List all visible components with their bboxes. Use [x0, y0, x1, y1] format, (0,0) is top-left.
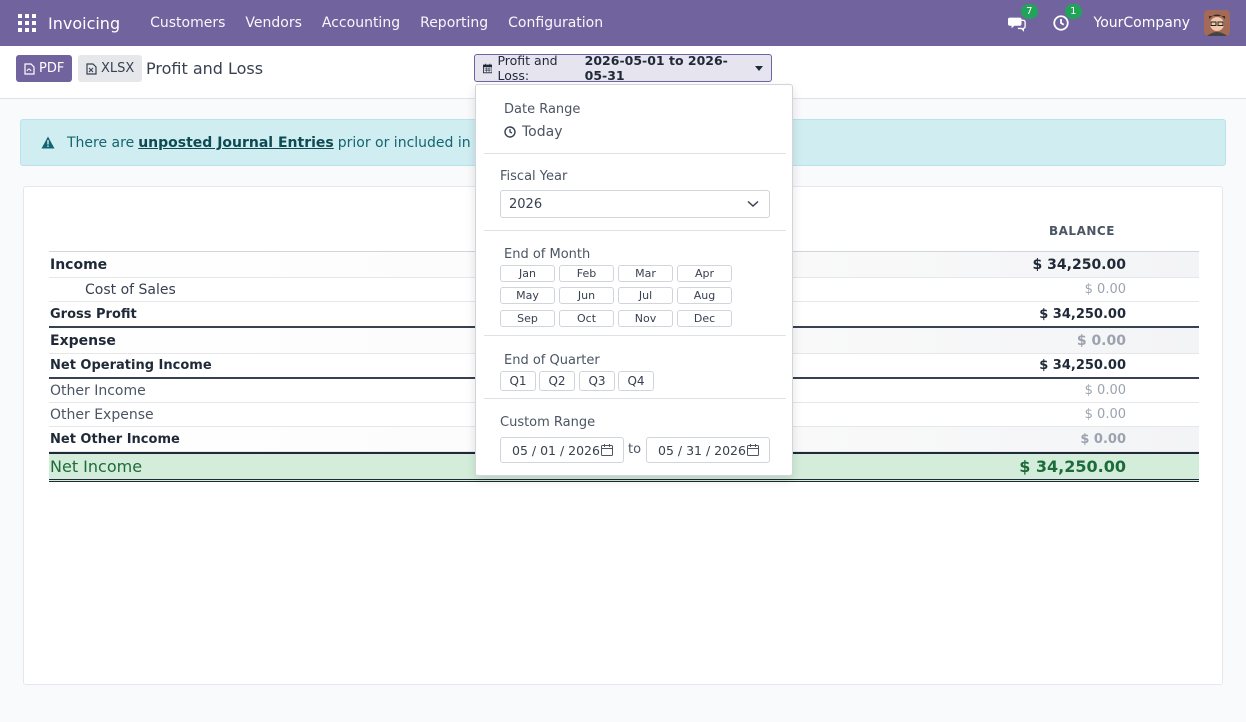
custom-range-label: Custom Range — [500, 415, 596, 430]
line-label: Expense — [50, 332, 116, 349]
balance-column-header: BALANCE — [1049, 224, 1115, 238]
date-filter-toggle[interactable]: Profit and Loss: 2026-05-01 to 2026-05-3… — [474, 53, 772, 83]
divider — [484, 398, 786, 399]
date-range-label: Date Range — [504, 102, 581, 117]
page-title: Profit and Loss — [146, 59, 264, 78]
month-apr-button[interactable]: Apr — [677, 265, 732, 282]
fiscal-year-value: 2026 — [509, 196, 543, 212]
activities-button[interactable]: 1 — [1050, 4, 1082, 34]
month-may-button[interactable]: May — [500, 287, 555, 304]
messages-badge: 7 — [1021, 4, 1038, 19]
calendar-icon — [483, 63, 493, 73]
menu-accounting[interactable]: Accounting — [312, 15, 410, 31]
line-label: Gross Profit — [50, 306, 137, 322]
pdf-button[interactable]: PDF — [16, 55, 73, 82]
line-value[interactable]: $ 0.00 — [1085, 383, 1126, 398]
today-option[interactable]: Today — [504, 124, 563, 140]
file-excel-icon — [86, 62, 97, 75]
line-label: Cost of Sales — [85, 281, 176, 298]
chevron-down-icon — [747, 200, 759, 208]
fiscal-year-select[interactable]: 2026 — [500, 190, 770, 218]
alert-text-before: There are — [67, 134, 135, 151]
warning-icon — [41, 136, 55, 149]
menu-customers[interactable]: Customers — [140, 15, 235, 31]
navbar-systray: 7 1 YourCompany — [1006, 0, 1230, 46]
company-switcher[interactable]: YourCompany — [1094, 15, 1191, 31]
month-sep-button[interactable]: Sep — [500, 310, 555, 327]
xlsx-label: XLSX — [101, 61, 135, 76]
top-navbar: Invoicing Customers Vendors Accounting R… — [0, 0, 1246, 46]
month-jun-button[interactable]: Jun — [559, 287, 614, 304]
menu-reporting[interactable]: Reporting — [410, 15, 498, 31]
line-label: Net Income — [50, 457, 143, 476]
fiscal-year-label: Fiscal Year — [500, 169, 568, 184]
date-filter-dropdown: Date Range Today Fiscal Year 2026 End of… — [475, 84, 793, 476]
divider — [484, 153, 786, 154]
range-to-label: to — [628, 442, 642, 457]
clock-icon — [504, 126, 516, 138]
date-filter-prefix: Profit and Loss: — [497, 53, 558, 83]
unposted-entries-link[interactable]: unposted Journal Entries — [138, 135, 334, 151]
menu-vendors[interactable]: Vendors — [235, 15, 311, 31]
line-value[interactable]: $ 34,250.00 — [1033, 257, 1126, 273]
line-value: $ 34,250.00 — [1019, 457, 1126, 476]
calendar-icon[interactable] — [601, 444, 613, 456]
quarter-q3-button[interactable]: Q3 — [579, 371, 615, 391]
end-of-month-label: End of Month — [504, 247, 591, 262]
pdf-label: PDF — [39, 61, 65, 76]
line-label: Other Income — [50, 382, 146, 399]
app-name[interactable]: Invoicing — [48, 14, 120, 33]
date-from-value: 05 / 01 / 2026 — [512, 442, 600, 458]
month-oct-button[interactable]: Oct — [559, 310, 614, 327]
month-nov-button[interactable]: Nov — [618, 310, 673, 327]
file-pdf-icon — [24, 62, 35, 75]
quarter-q2-button[interactable]: Q2 — [539, 371, 575, 391]
activities-badge: 1 — [1065, 4, 1082, 19]
line-value: $ 34,250.00 — [1039, 358, 1126, 373]
menu-configuration[interactable]: Configuration — [498, 15, 613, 31]
date-filter-range: 2026-05-01 to 2026-05-31 — [584, 53, 728, 83]
calendar-icon[interactable] — [747, 444, 759, 456]
month-jul-button[interactable]: Jul — [618, 287, 673, 304]
line-label: Other Expense — [50, 406, 154, 423]
messages-button[interactable]: 7 — [1006, 4, 1038, 34]
date-from-input[interactable]: 05 / 01 / 2026 — [500, 437, 624, 463]
line-value: $ 34,250.00 — [1039, 306, 1126, 322]
avatar[interactable] — [1204, 10, 1230, 36]
line-value[interactable]: $ 0.00 — [1077, 333, 1126, 349]
quarter-q4-button[interactable]: Q4 — [618, 371, 654, 391]
month-jan-button[interactable]: Jan — [500, 265, 555, 282]
line-value[interactable]: $ 0.00 — [1085, 282, 1126, 297]
today-label: Today — [522, 124, 563, 140]
quarter-q1-button[interactable]: Q1 — [500, 371, 536, 391]
line-label: Net Other Income — [50, 431, 180, 447]
divider — [484, 335, 786, 336]
date-to-input[interactable]: 05 / 31 / 2026 — [646, 437, 770, 463]
line-value[interactable]: $ 0.00 — [1085, 407, 1126, 422]
apps-grid-icon[interactable] — [18, 14, 36, 32]
month-dec-button[interactable]: Dec — [677, 310, 732, 327]
line-value: $ 0.00 — [1080, 431, 1126, 447]
divider — [484, 230, 786, 231]
end-of-quarter-label: End of Quarter — [504, 353, 600, 368]
caret-down-icon — [755, 65, 763, 71]
month-aug-button[interactable]: Aug — [677, 287, 732, 304]
xlsx-button[interactable]: XLSX — [78, 55, 143, 82]
line-label: Income — [50, 256, 108, 273]
month-mar-button[interactable]: Mar — [618, 265, 673, 282]
line-label: Net Operating Income — [50, 358, 212, 373]
date-to-value: 05 / 31 / 2026 — [658, 442, 746, 458]
month-feb-button[interactable]: Feb — [559, 265, 614, 282]
